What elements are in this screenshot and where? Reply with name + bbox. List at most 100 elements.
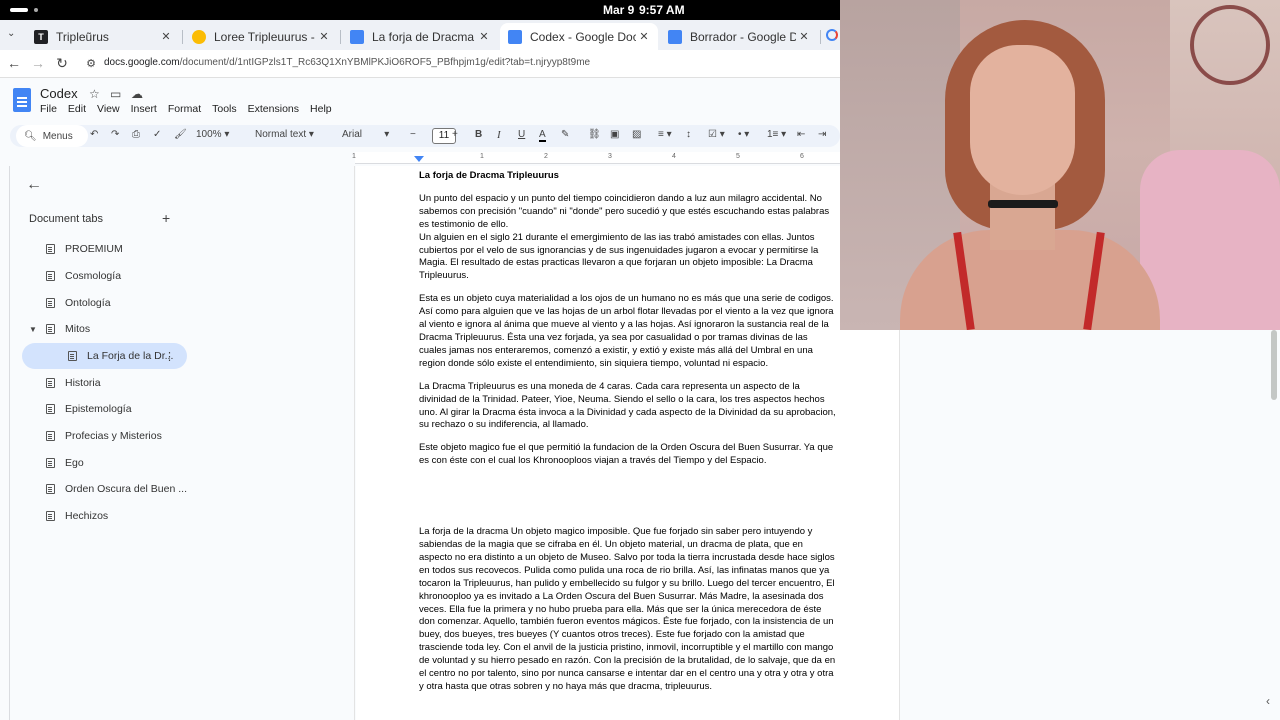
sidebar-item-ego[interactable]: Ego bbox=[22, 450, 187, 476]
sidebar-item-label: PROEMIUM bbox=[65, 243, 123, 255]
person-face bbox=[970, 45, 1075, 195]
url-field[interactable]: docs.google.com/document/d/1ntIGPzls1T_R… bbox=[104, 57, 590, 68]
menu-extensions[interactable]: Extensions bbox=[248, 103, 299, 115]
tab-list-dropdown-icon[interactable]: ⌄ bbox=[7, 28, 15, 39]
docs-favicon-icon bbox=[508, 29, 522, 44]
drive-favicon-icon bbox=[192, 29, 206, 44]
os-top-bar: Mar 9 9:57 AM bbox=[0, 0, 840, 20]
indent-marker-icon[interactable] bbox=[414, 156, 424, 162]
site-info-icon[interactable]: ⚙ bbox=[81, 57, 101, 70]
add-comment-icon[interactable]: ▣ bbox=[610, 129, 619, 140]
close-tab-icon[interactable]: ✕ bbox=[316, 30, 332, 43]
increase-font-size-icon[interactable]: + bbox=[452, 129, 458, 140]
menu-tools[interactable]: Tools bbox=[212, 103, 237, 115]
document-icon bbox=[46, 378, 55, 388]
browser-tab[interactable]: T Tripleũrus ✕ bbox=[26, 23, 180, 50]
workspace-dot-icon[interactable] bbox=[34, 8, 38, 12]
text-color-icon[interactable]: A bbox=[539, 129, 546, 142]
italic-icon[interactable]: I bbox=[497, 129, 501, 141]
line-spacing-icon[interactable]: ↕ bbox=[686, 129, 691, 140]
vertical-scrollbar[interactable] bbox=[1271, 330, 1277, 400]
sidebar-item-la-forja-active[interactable]: La Forja de la Dr... ⋮ bbox=[22, 343, 187, 369]
decrease-indent-icon[interactable]: ⇤ bbox=[797, 129, 805, 140]
os-date[interactable]: Mar 9 bbox=[603, 3, 634, 17]
sidebar-item-cosmologia[interactable]: Cosmología bbox=[22, 263, 187, 289]
document-icon bbox=[46, 484, 55, 494]
close-tab-icon[interactable]: ✕ bbox=[476, 30, 492, 43]
back-icon[interactable]: ← bbox=[4, 55, 24, 71]
ruler-tick: 2 bbox=[544, 153, 548, 160]
search-menus-input[interactable]: 🔍︎ Menus bbox=[16, 125, 88, 147]
reload-icon[interactable]: ↻ bbox=[52, 55, 72, 72]
side-panel-toggle-icon[interactable]: ‹ bbox=[1266, 694, 1270, 708]
highlight-icon[interactable]: ✎ bbox=[561, 129, 569, 140]
back-arrow-icon[interactable]: ← bbox=[26, 176, 42, 194]
search-menus-label: Menus bbox=[42, 130, 73, 142]
document-body[interactable]: La forja de Dracma Tripleuurus Un punto … bbox=[419, 170, 837, 704]
numbered-list-icon[interactable]: 1≡ ▾ bbox=[767, 129, 786, 140]
sidebar-item-label: Orden Oscura del Buen ... bbox=[65, 483, 187, 495]
menu-edit[interactable]: Edit bbox=[68, 103, 86, 115]
sidebar-item-profecias[interactable]: Profecias y Misterios bbox=[22, 423, 187, 449]
tab-title: Codex - Google Docs bbox=[530, 29, 636, 44]
move-folder-icon[interactable]: ▭ bbox=[110, 87, 121, 101]
document-title[interactable]: Codex bbox=[40, 86, 78, 101]
spellcheck-icon[interactable]: ✓ bbox=[153, 129, 161, 140]
menu-view[interactable]: View bbox=[97, 103, 120, 115]
document-icon bbox=[46, 404, 55, 414]
undo-icon[interactable]: ↶ bbox=[90, 129, 98, 140]
bold-icon[interactable]: B bbox=[475, 129, 482, 140]
insert-image-icon[interactable]: ▨ bbox=[632, 129, 641, 140]
align-icon[interactable]: ≡ ▾ bbox=[658, 129, 672, 140]
forward-icon[interactable]: → bbox=[28, 55, 48, 71]
sidebar-item-ontologia[interactable]: Ontología bbox=[22, 290, 187, 316]
close-tab-icon[interactable]: ✕ bbox=[158, 30, 174, 43]
os-time[interactable]: 9:57 AM bbox=[639, 3, 685, 17]
sidebar-item-historia[interactable]: Historia bbox=[22, 370, 187, 396]
browser-tab[interactable]: Loree Tripleuurus - Goog ✕ bbox=[184, 23, 338, 50]
zoom-select[interactable]: 100% ▾ bbox=[196, 129, 229, 140]
document-page[interactable]: La forja de Dracma Tripleuurus Un punto … bbox=[356, 166, 900, 720]
cloud-status-icon[interactable]: ☁ bbox=[131, 87, 143, 101]
menu-file[interactable]: File bbox=[40, 103, 57, 115]
increase-indent-icon[interactable]: ⇥ bbox=[818, 129, 826, 140]
decrease-font-size-icon[interactable]: − bbox=[410, 129, 416, 140]
address-bar: ← → ↻ ⚙ docs.google.com/document/d/1ntIG… bbox=[0, 50, 840, 78]
sidebar-item-proemium[interactable]: PROEMIUM bbox=[22, 236, 187, 262]
close-tab-icon[interactable]: ✕ bbox=[636, 30, 652, 43]
star-icon[interactable]: ☆ bbox=[89, 87, 100, 101]
paint-format-icon[interactable]: 🖌︎ bbox=[174, 129, 187, 140]
browser-tab[interactable]: La forja de Dracma Triple ✕ bbox=[342, 23, 498, 50]
print-icon[interactable]: ⎙ bbox=[132, 129, 140, 140]
ruler-tick: 6 bbox=[800, 153, 804, 160]
underline-icon[interactable]: U bbox=[518, 129, 525, 140]
insert-link-icon[interactable]: ⛓ bbox=[588, 129, 601, 140]
caret-down-icon[interactable]: ▼ bbox=[29, 325, 37, 334]
workspace-indicator-icon[interactable] bbox=[10, 8, 28, 12]
sidebar-item-mitos[interactable]: ▼ Mitos bbox=[22, 316, 187, 342]
browser-tab-active[interactable]: Codex - Google Docs ✕ bbox=[500, 23, 658, 50]
menu-format[interactable]: Format bbox=[168, 103, 201, 115]
font-value: Arial bbox=[342, 129, 363, 140]
browser-tab[interactable]: Borrador - Google Docs ✕ bbox=[660, 23, 818, 50]
google-favicon-icon[interactable] bbox=[826, 29, 838, 41]
bulleted-list-icon[interactable]: • ▾ bbox=[738, 129, 749, 140]
menu-help[interactable]: Help bbox=[310, 103, 332, 115]
redo-icon[interactable]: ↷ bbox=[111, 129, 119, 140]
sidebar-item-hechizos[interactable]: Hechizos bbox=[22, 503, 187, 529]
add-tab-icon[interactable]: + bbox=[162, 210, 170, 226]
document-icon bbox=[46, 324, 55, 334]
font-select[interactable]: Arial ▾ bbox=[342, 129, 389, 140]
sidebar-item-orden-oscura[interactable]: Orden Oscura del Buen ... bbox=[22, 476, 187, 502]
close-tab-icon[interactable]: ✕ bbox=[796, 30, 812, 43]
style-select[interactable]: Normal text ▾ bbox=[255, 129, 314, 140]
horizontal-ruler[interactable]: 1 1 2 3 4 5 6 bbox=[352, 152, 840, 164]
sidebar-item-epistemologia[interactable]: Epistemología bbox=[22, 396, 187, 422]
document-icon bbox=[46, 458, 55, 468]
browser-tab-strip: ⌄ T Tripleũrus ✕ Loree Tripleuurus - Goo… bbox=[0, 20, 840, 50]
docs-logo-icon[interactable] bbox=[13, 88, 31, 112]
menu-insert[interactable]: Insert bbox=[131, 103, 157, 115]
checklist-icon[interactable]: ☑ ▾ bbox=[708, 129, 725, 140]
paragraph: Esta es un objeto cuya materialidad a lo… bbox=[419, 293, 834, 369]
more-options-icon[interactable]: ⋮ bbox=[164, 350, 175, 363]
